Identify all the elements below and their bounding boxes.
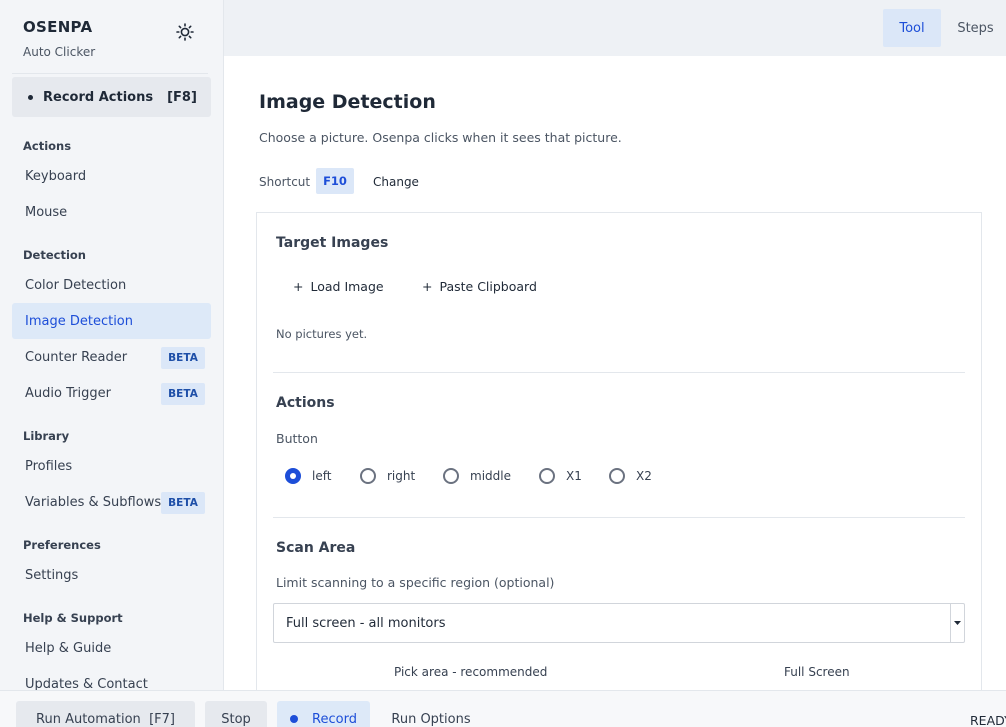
empty-images-note: No pictures yet. bbox=[276, 327, 368, 341]
main-content: Image Detection Choose a picture. Osenpa… bbox=[224, 56, 1006, 690]
scan-area-title: Scan Area bbox=[276, 540, 356, 556]
bottom-bar: Run Automation [F7] Stop Record Run Opti… bbox=[0, 690, 1006, 727]
shortcut-label: Shortcut bbox=[259, 175, 311, 189]
brand: OSENPA Auto Clicker bbox=[23, 18, 95, 59]
shortcut-key-badge: F10 bbox=[316, 168, 354, 194]
theme-toggle-button[interactable] bbox=[174, 21, 196, 43]
record-actions-label: Record Actions bbox=[43, 89, 154, 105]
sidebar-item-label: Counter Reader bbox=[25, 349, 128, 365]
sidebar-item-label: Help & Guide bbox=[25, 640, 112, 656]
beta-badge: BETA bbox=[161, 347, 205, 369]
sidebar-item-mouse[interactable]: Mouse bbox=[12, 194, 211, 230]
stop-button[interactable]: Stop bbox=[205, 701, 267, 727]
paste-clipboard-label: Paste Clipboard bbox=[439, 279, 537, 294]
radio-unchecked-icon bbox=[360, 468, 376, 484]
sidebar-item-help-guide[interactable]: Help & Guide bbox=[12, 630, 211, 666]
settings-panel: Target Images + Load Image + Paste Clipboa… bbox=[256, 212, 982, 690]
radio-unchecked-icon bbox=[539, 468, 555, 484]
radio-x2[interactable]: X2 bbox=[609, 468, 652, 484]
actions-title: Actions bbox=[276, 395, 335, 411]
plus-icon: + bbox=[293, 279, 304, 294]
sidebar-item-audio-trigger[interactable]: Audio Trigger BETA bbox=[12, 375, 211, 411]
tab-tool[interactable]: Tool bbox=[883, 9, 941, 47]
sun-icon bbox=[176, 23, 194, 41]
run-automation-key: [F7] bbox=[149, 711, 175, 727]
sidebar-item-variables[interactable]: Variables & Subflows BETA bbox=[12, 484, 211, 520]
button-field-label: Button bbox=[276, 431, 318, 446]
load-image-button[interactable]: + Load Image bbox=[293, 279, 384, 294]
run-automation-button[interactable]: Run Automation [F7] bbox=[16, 701, 195, 727]
dropdown-arrow-icon bbox=[950, 604, 964, 642]
sidebar-item-label: Mouse bbox=[25, 204, 68, 220]
sidebar-item-profiles[interactable]: Profiles bbox=[12, 448, 211, 484]
load-image-label: Load Image bbox=[310, 279, 384, 294]
sidebar-item-image-detection[interactable]: Image Detection bbox=[12, 303, 211, 339]
radio-label: middle bbox=[470, 469, 511, 483]
sidebar-item-label: Profiles bbox=[25, 458, 73, 474]
sidebar-item-label: Settings bbox=[25, 567, 79, 583]
target-images-title: Target Images bbox=[276, 235, 389, 251]
run-options-button[interactable]: Run Options bbox=[380, 701, 482, 727]
radio-middle[interactable]: middle bbox=[443, 468, 511, 484]
sidebar-item-label: Image Detection bbox=[25, 313, 133, 329]
sidebar-item-keyboard[interactable]: Keyboard bbox=[12, 158, 211, 194]
beta-badge: BETA bbox=[161, 492, 205, 514]
section-detection: Detection bbox=[23, 248, 86, 262]
change-shortcut-button[interactable]: Change bbox=[373, 175, 419, 189]
record-label: Record bbox=[312, 711, 357, 727]
sidebar-item-label: Keyboard bbox=[25, 168, 87, 184]
radio-label: right bbox=[387, 469, 416, 483]
record-dot-icon bbox=[28, 94, 33, 100]
radio-label: left bbox=[312, 469, 332, 483]
section-library: Library bbox=[23, 429, 70, 443]
full-screen-button[interactable]: Full Screen bbox=[784, 665, 850, 679]
page-description: Choose a picture. Osenpa clicks when it … bbox=[259, 130, 622, 145]
scan-area-hint: Limit scanning to a specific region (opt… bbox=[276, 575, 555, 590]
sidebar-item-label: Audio Trigger bbox=[25, 385, 111, 401]
sidebar-item-label: Color Detection bbox=[25, 277, 127, 293]
top-bar: Tool Steps bbox=[224, 0, 1006, 56]
radio-unchecked-icon bbox=[443, 468, 459, 484]
divider bbox=[273, 517, 965, 518]
app-name: OSENPA bbox=[23, 18, 93, 36]
sidebar: OSENPA Auto Clicker Record Actions [F8] … bbox=[0, 0, 224, 692]
brand-divider bbox=[12, 73, 208, 74]
status-text: READY bbox=[970, 713, 1006, 727]
tab-steps[interactable]: Steps bbox=[949, 9, 1002, 47]
run-automation-label: Run Automation bbox=[36, 711, 141, 727]
beta-badge: BETA bbox=[161, 383, 205, 405]
sidebar-item-label: Variables & Subflows bbox=[25, 494, 162, 510]
record-actions-key: [F8] bbox=[167, 89, 197, 105]
sidebar-item-settings[interactable]: Settings bbox=[12, 557, 211, 593]
radio-label: X2 bbox=[636, 469, 652, 483]
section-help: Help & Support bbox=[23, 611, 123, 625]
radio-checked-icon bbox=[285, 468, 301, 484]
app-subtitle: Auto Clicker bbox=[23, 45, 96, 59]
record-actions-button[interactable]: Record Actions [F8] bbox=[12, 77, 211, 117]
scan-area-selected-value: Full screen - all monitors bbox=[286, 615, 446, 631]
divider bbox=[273, 372, 965, 373]
sidebar-item-counter-reader[interactable]: Counter Reader BETA bbox=[12, 339, 211, 375]
record-button[interactable]: Record bbox=[277, 701, 370, 727]
radio-label: X1 bbox=[566, 469, 582, 483]
scan-area-select[interactable]: Full screen - all monitors bbox=[273, 603, 965, 643]
radio-left[interactable]: left bbox=[285, 468, 331, 484]
section-preferences: Preferences bbox=[23, 538, 101, 552]
page-title: Image Detection bbox=[259, 91, 436, 113]
pick-area-button[interactable]: Pick area - recommended bbox=[394, 665, 547, 679]
sidebar-item-color-detection[interactable]: Color Detection bbox=[12, 267, 211, 303]
radio-unchecked-icon bbox=[609, 468, 625, 484]
radio-right[interactable]: right bbox=[360, 468, 415, 484]
radio-x1[interactable]: X1 bbox=[539, 468, 582, 484]
record-dot-icon bbox=[290, 715, 299, 723]
plus-icon: + bbox=[422, 279, 433, 294]
section-actions: Actions bbox=[23, 139, 72, 153]
paste-clipboard-button[interactable]: + Paste Clipboard bbox=[422, 279, 537, 294]
